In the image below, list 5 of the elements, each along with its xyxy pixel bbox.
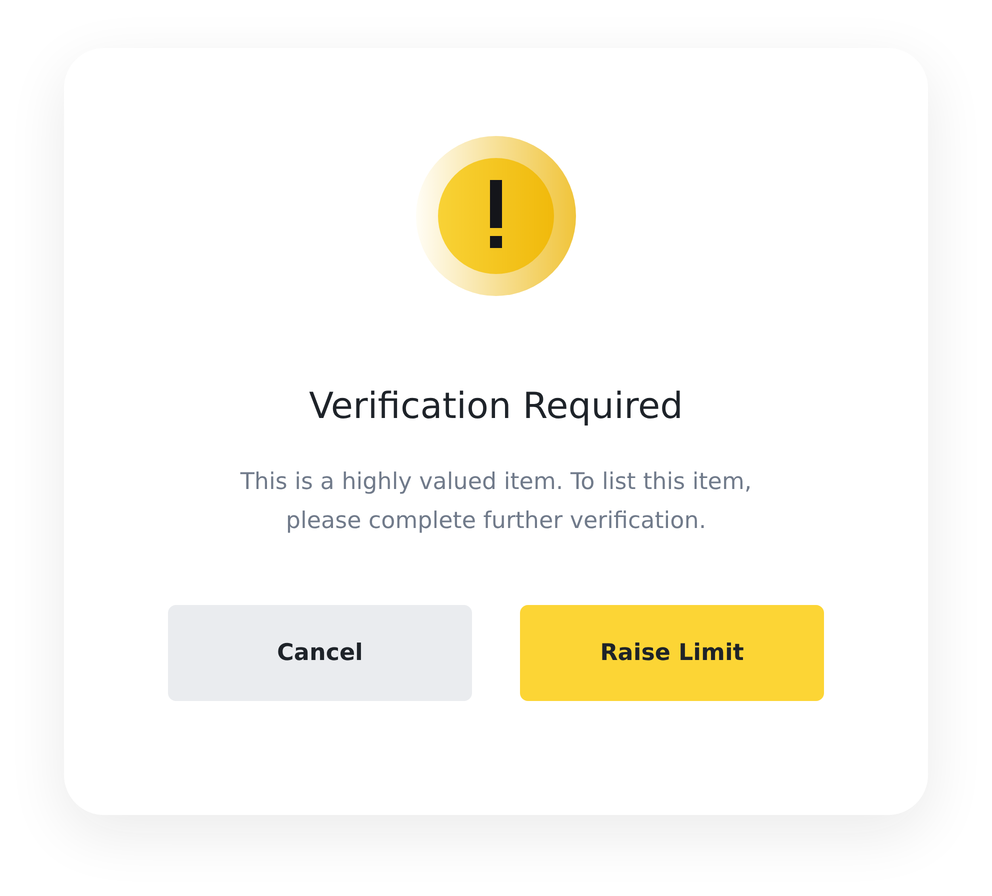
confirm-button[interactable]: Raise Limit: [520, 605, 824, 701]
dialog-message: This is a highly valued item. To list this item, please complete further verification.: [239, 468, 753, 536]
dialog-title: Verification Required: [309, 385, 683, 429]
warning-icon: [416, 136, 576, 296]
cancel-button[interactable]: Cancel: [168, 605, 472, 701]
